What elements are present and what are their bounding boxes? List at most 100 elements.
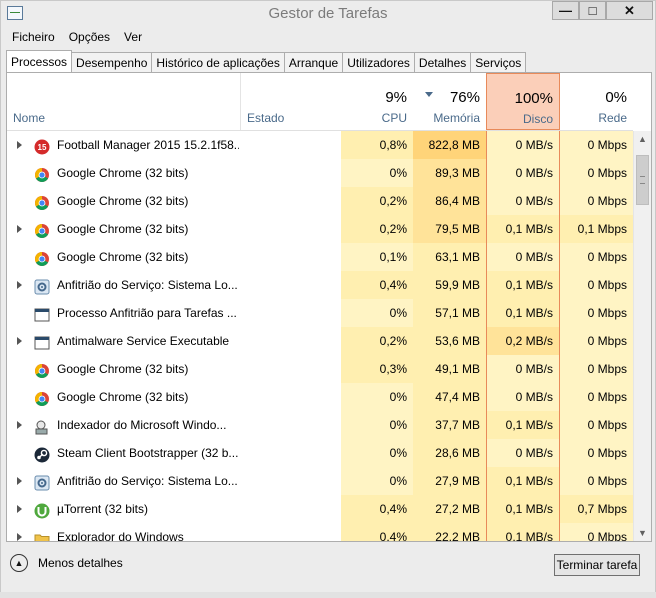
process-row[interactable]: Google Chrome (32 bits) 0,2% 79,5 MB 0,1 MB…: [7, 215, 633, 243]
column-disk-label: Disco: [522, 112, 553, 126]
process-row[interactable]: Google Chrome (32 bits) 0,3% 49,1 MB 0 MB/s…: [7, 355, 633, 383]
menu-ficheiro[interactable]: Ficheiro: [5, 28, 62, 48]
process-row[interactable]: Anfitrião do Serviço: Sistema Lo... 0,4% 5…: [7, 271, 633, 299]
process-name: Anfitrião do Serviço: Sistema Lo...: [57, 278, 238, 292]
process-name: Anfitrião do Serviço: Sistema Lo...: [57, 474, 238, 488]
scroll-down-icon[interactable]: ▼: [634, 525, 651, 541]
process-row[interactable]: Anfitrião do Serviço: Sistema Lo... 0% 27,…: [7, 467, 633, 495]
process-network: 0 Mbps: [560, 131, 633, 159]
menu-ver[interactable]: Ver: [117, 28, 149, 48]
column-header-name[interactable]: Nome: [7, 73, 241, 130]
process-disk: 0 MB/s: [486, 187, 560, 215]
process-network: 0,1 Mbps: [560, 215, 633, 243]
title-bar[interactable]: Gestor de Tarefas — □ ✕: [1, 1, 655, 25]
process-cpu: 0%: [341, 467, 413, 495]
chrome-icon: [34, 361, 50, 378]
process-network: 0 Mbps: [560, 439, 633, 467]
process-memory: 49,1 MB: [413, 355, 486, 383]
process-row[interactable]: Explorador do Windows 0,4% 22,2 MB 0,1 MB/s…: [7, 523, 633, 541]
process-disk: 0 MB/s: [486, 243, 560, 271]
process-name: Google Chrome (32 bits): [57, 222, 189, 236]
process-name-cell: µTorrent (32 bits): [7, 495, 341, 523]
column-header-disk[interactable]: 100% Disco: [486, 73, 560, 130]
process-name-cell: Processo Anfitrião para Tarefas ...: [7, 299, 341, 327]
process-row[interactable]: 15 Football Manager 2015 15.2.1f58... 0,8%…: [7, 131, 633, 159]
process-cpu: 0,2%: [341, 187, 413, 215]
process-network: 0 Mbps: [560, 467, 633, 495]
column-header-status[interactable]: Estado: [241, 73, 341, 130]
process-row[interactable]: Processo Anfitrião para Tarefas ... 0% 57,…: [7, 299, 633, 327]
process-name: µTorrent (32 bits): [57, 502, 148, 516]
process-name: Football Manager 2015 15.2.1f58...: [57, 138, 239, 152]
expand-chevron-icon[interactable]: [17, 281, 22, 289]
process-memory: 822,8 MB: [413, 131, 486, 159]
process-cpu: 0,1%: [341, 243, 413, 271]
chrome-icon: [34, 193, 50, 210]
process-memory: 63,1 MB: [413, 243, 486, 271]
process-cpu: 0,2%: [341, 215, 413, 243]
process-name: Google Chrome (32 bits): [57, 194, 189, 208]
process-memory: 22,2 MB: [413, 523, 486, 541]
scroll-thumb[interactable]: [636, 155, 649, 205]
process-name: Google Chrome (32 bits): [57, 250, 189, 264]
process-row[interactable]: Google Chrome (32 bits) 0% 47,4 MB 0 MB/s 0 …: [7, 383, 633, 411]
end-task-button[interactable]: Terminar tarefa: [554, 554, 640, 576]
process-name-cell: Google Chrome (32 bits): [7, 243, 341, 271]
close-button[interactable]: ✕: [606, 1, 653, 20]
process-row[interactable]: Google Chrome (32 bits) 0,1% 63,1 MB 0 MB/s…: [7, 243, 633, 271]
tab-strip: Processos Desempenho Histórico de aplica…: [6, 50, 527, 73]
process-row[interactable]: Google Chrome (32 bits) 0% 89,3 MB 0 MB/s 0 …: [7, 159, 633, 187]
expand-chevron-icon[interactable]: [17, 141, 22, 149]
process-memory: 86,4 MB: [413, 187, 486, 215]
process-row[interactable]: Indexador do Microsoft Windo... 0% 37,7 MB…: [7, 411, 633, 439]
svg-text:15: 15: [38, 143, 47, 152]
tab-historico[interactable]: Histórico de aplicações: [152, 52, 285, 73]
scroll-up-icon[interactable]: ▲: [634, 131, 651, 147]
process-row[interactable]: Antimalware Service Executable 0,2% 53,6 M…: [7, 327, 633, 355]
process-row[interactable]: µTorrent (32 bits) 0,4% 27,2 MB 0,1 MB/s 0,7…: [7, 495, 633, 523]
process-row[interactable]: Steam Client Bootstrapper (32 b... 0% 28,6…: [7, 439, 633, 467]
expand-chevron-icon[interactable]: [17, 225, 22, 233]
tab-processos[interactable]: Processos: [6, 50, 73, 73]
process-network: 0 Mbps: [560, 355, 633, 383]
expand-chevron-icon[interactable]: [17, 533, 22, 541]
column-memory-label: Memória: [433, 111, 480, 125]
expand-chevron-icon[interactable]: [17, 477, 22, 485]
process-disk: 0 MB/s: [486, 355, 560, 383]
service-host-icon: [34, 473, 50, 491]
process-row[interactable]: Google Chrome (32 bits) 0,2% 86,4 MB 0 MB/s…: [7, 187, 633, 215]
maximize-button[interactable]: □: [579, 1, 606, 20]
expand-chevron-icon[interactable]: [17, 505, 22, 513]
chrome-icon: [34, 389, 50, 406]
process-name-cell: Google Chrome (32 bits): [7, 383, 341, 411]
column-header-network[interactable]: 0% Rede: [560, 73, 633, 130]
minimize-icon: —: [559, 3, 572, 18]
tab-utilizadores[interactable]: Utilizadores: [343, 52, 415, 73]
expand-chevron-icon[interactable]: [17, 337, 22, 345]
process-disk: 0 MB/s: [486, 159, 560, 187]
minimize-button[interactable]: —: [552, 1, 579, 20]
process-name-cell: Explorador do Windows: [7, 523, 341, 541]
processes-panel: Nome Estado 9% CPU 76% Memória 100% Disc…: [6, 72, 652, 542]
process-name: Indexador do Microsoft Windo...: [57, 418, 227, 432]
fewer-details-label: Menos detalhes: [38, 556, 123, 570]
tab-detalhes[interactable]: Detalhes: [414, 52, 472, 73]
tab-arranque[interactable]: Arranque: [284, 52, 344, 73]
column-header-memory[interactable]: 76% Memória: [413, 73, 486, 130]
vertical-scrollbar[interactable]: ▲ ▼: [633, 131, 651, 541]
tab-desempenho[interactable]: Desempenho: [72, 52, 153, 73]
process-cpu: 0%: [341, 383, 413, 411]
column-header-cpu[interactable]: 9% CPU: [341, 73, 413, 130]
process-cpu: 0,4%: [341, 271, 413, 299]
fewer-details-button[interactable]: ▲ Menos detalhes: [10, 554, 123, 572]
process-network: 0 Mbps: [560, 299, 633, 327]
process-cpu: 0,4%: [341, 495, 413, 523]
tab-servicos[interactable]: Serviços: [471, 52, 527, 73]
column-cpu-label: CPU: [381, 111, 407, 125]
process-name: Antimalware Service Executable: [57, 334, 230, 348]
process-disk: 0,1 MB/s: [486, 271, 560, 299]
expand-chevron-icon[interactable]: [17, 421, 22, 429]
menu-opcoes[interactable]: Opções: [62, 28, 117, 48]
process-cpu: 0%: [341, 439, 413, 467]
process-network: 0 Mbps: [560, 411, 633, 439]
